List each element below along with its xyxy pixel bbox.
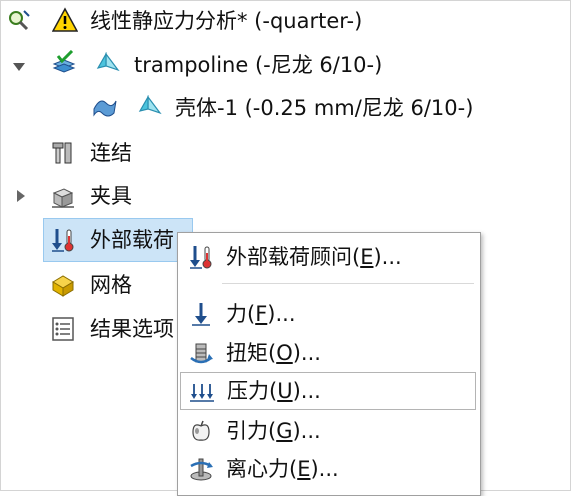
study-label: 线性静应力分析* (-quarter-)	[90, 9, 363, 33]
mesh-label: 网格	[90, 273, 132, 297]
torque-icon	[190, 343, 213, 364]
warning-icon	[52, 7, 78, 32]
chevron-down-icon[interactable]	[12, 60, 26, 74]
external-load-icon	[52, 229, 74, 252]
menu-item-gravity[interactable]: 引力(G)...	[180, 413, 476, 449]
fixture-icon	[52, 188, 74, 208]
menu-item-label: 离心力(E)...	[226, 457, 339, 481]
centrifugal-icon	[190, 458, 213, 481]
tree-item-part[interactable]: trampoline (-尼龙 6/10-)	[0, 46, 420, 84]
menu-item-label: 力(F)...	[226, 302, 296, 326]
pressure-arrows-icon	[190, 384, 214, 402]
menu-item-load-advisor[interactable]: 外部载荷顾问(E)...	[180, 239, 476, 275]
mesh-icon	[52, 275, 74, 297]
external-loads-label: 外部载荷	[90, 228, 174, 252]
part-label: trampoline (-尼龙 6/10-)	[134, 53, 383, 77]
result-options-icon	[52, 317, 74, 341]
tree-item-external-loads[interactable]: 外部载荷	[0, 221, 200, 259]
connections-label: 连结	[90, 141, 132, 165]
menu-item-centrifugal[interactable]: 离心力(E)...	[180, 451, 476, 487]
study-magnifier-icon	[9, 10, 30, 31]
shell-body-label: 壳体-1 (-0.25 mm/尼龙 6/10-)	[175, 96, 474, 120]
tree-item-shell-body[interactable]: 壳体-1 (-0.25 mm/尼龙 6/10-)	[0, 89, 520, 127]
sheet-metal-icon	[138, 95, 162, 115]
menu-separator	[222, 283, 474, 284]
chevron-right-icon[interactable]	[14, 189, 28, 203]
menu-item-force[interactable]: 力(F)...	[180, 296, 476, 332]
gravity-apple-icon	[192, 420, 210, 441]
shell-icon	[93, 100, 117, 117]
solid-bodies-icon	[52, 50, 76, 73]
menu-item-label: 引力(G)...	[226, 419, 321, 443]
result-options-label: 结果选项	[90, 317, 174, 341]
bolt-connector-icon	[52, 142, 72, 164]
tree-item-connections[interactable]: 连结	[0, 134, 200, 172]
external-load-icon	[190, 246, 212, 269]
tree-item-study[interactable]: 线性静应力分析* (-quarter-)	[0, 2, 420, 40]
menu-item-torque[interactable]: 扭矩(O)...	[180, 335, 476, 371]
force-arrow-icon	[192, 303, 210, 326]
tree-item-result-options[interactable]: 结果选项	[0, 310, 200, 348]
tree-item-fixtures[interactable]: 夹具	[0, 177, 200, 215]
menu-item-label: 外部载荷顾问(E)...	[226, 245, 402, 269]
sheet-metal-icon	[96, 52, 120, 72]
fixtures-label: 夹具	[90, 184, 132, 208]
tree-item-mesh[interactable]: 网格	[0, 266, 200, 304]
context-menu: 外部载荷顾问(E)... 力(F)... 扭矩(O)... 压力(U)... 引…	[177, 232, 481, 496]
menu-item-pressure[interactable]: 压力(U)...	[180, 372, 476, 410]
menu-item-label: 压力(U)...	[227, 379, 321, 403]
menu-item-label: 扭矩(O)...	[226, 341, 321, 365]
